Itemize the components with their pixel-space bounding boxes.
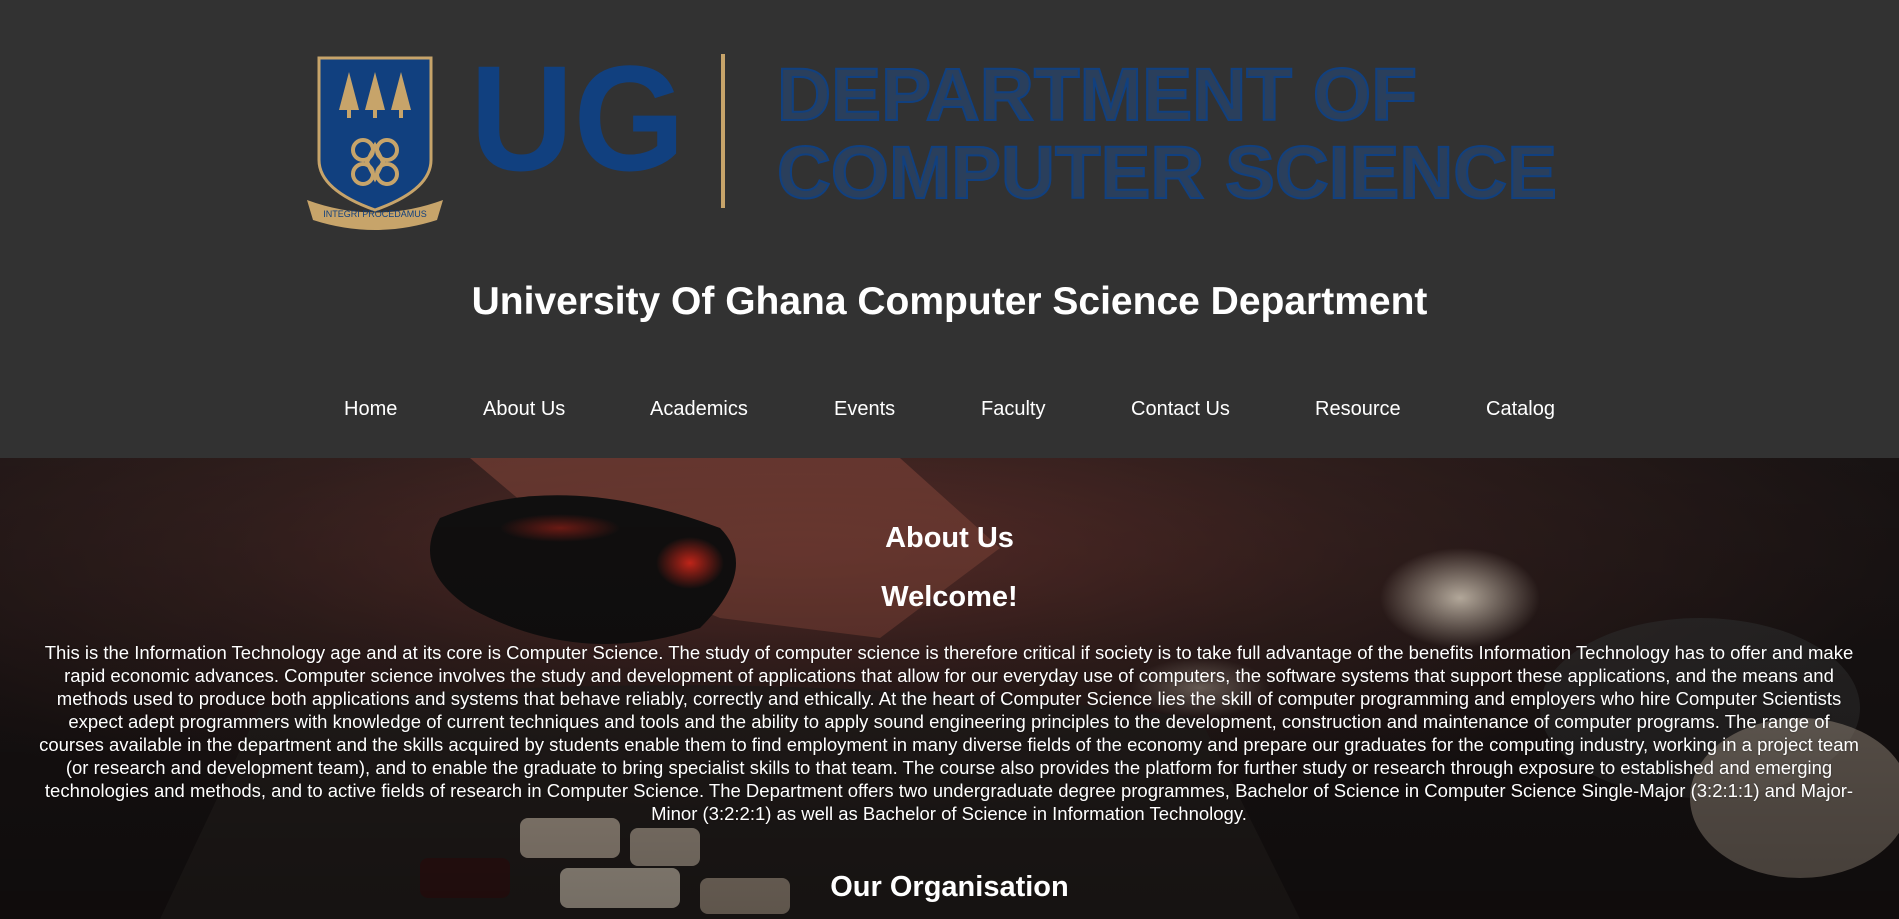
nav-academics[interactable]: Academics [650,398,748,421]
about-section: About Us Welcome! This is the Informatio… [0,458,1899,919]
nav-about-us[interactable]: About Us [483,398,565,421]
logo-divider [721,54,725,208]
nav-events[interactable]: Events [834,398,895,421]
nav-faculty[interactable]: Faculty [981,398,1045,421]
organisation-heading: Our Organisation [830,871,1069,903]
about-content: About Us Welcome! This is the Informatio… [0,458,1899,919]
nav-home[interactable]: Home [344,398,397,421]
logo-ug-text: UG [470,50,685,202]
welcome-heading: Welcome! [881,581,1018,613]
logo-motto: INTEGRI PROCEDAMUS [323,209,427,219]
main-nav: Home About Us Academics Events Faculty C… [0,398,1899,434]
nav-contact-us[interactable]: Contact Us [1131,398,1230,421]
about-heading: About Us [885,522,1014,554]
department-logo[interactable]: INTEGRI PROCEDAMUS UG DEPARTMENT OF COMP… [305,50,1555,230]
logo-dept-line2: COMPUTER SCIENCE [777,131,1555,214]
nav-catalog[interactable]: Catalog [1486,398,1555,421]
logo-dept-line1: DEPARTMENT OF [777,53,1417,136]
page-title: University Of Ghana Computer Science Dep… [471,280,1428,323]
ug-crest-icon: INTEGRI PROCEDAMUS [307,56,443,230]
nav-resource[interactable]: Resource [1315,398,1401,421]
site-header: INTEGRI PROCEDAMUS UG DEPARTMENT OF COMP… [0,0,1899,458]
about-intro-paragraph: This is the Information Technology age a… [39,642,1859,824]
